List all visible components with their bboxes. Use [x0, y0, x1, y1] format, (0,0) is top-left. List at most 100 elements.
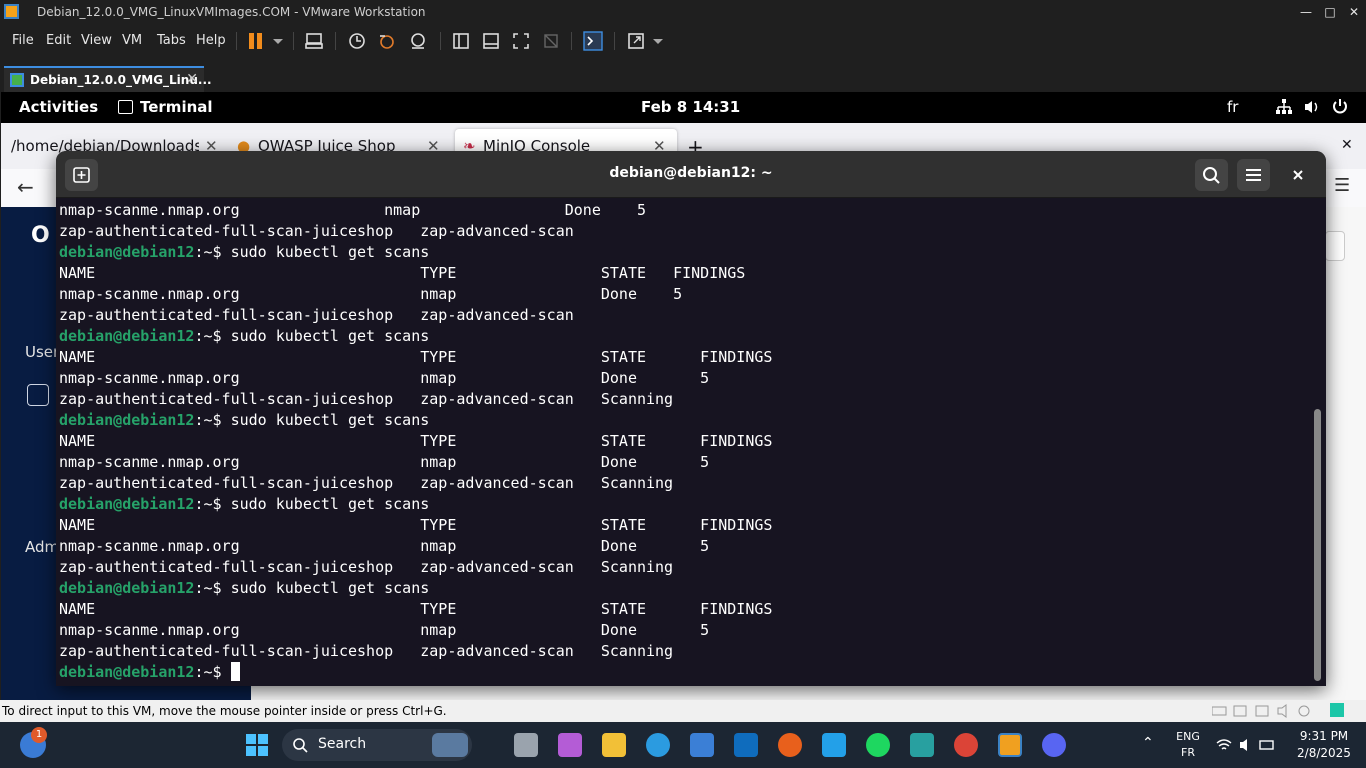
hamburger-menu-icon[interactable]: ☰ [1334, 175, 1350, 196]
menu-file[interactable]: File [12, 33, 34, 48]
input-region[interactable]: FR [1174, 746, 1202, 759]
file-explorer-icon[interactable] [602, 733, 626, 757]
clock[interactable]: Feb 8 14:31 [641, 98, 740, 116]
menu-view[interactable]: View [81, 33, 112, 48]
snapshot-manager-icon[interactable] [408, 31, 428, 51]
search-button[interactable] [1195, 159, 1228, 191]
close-tab-icon[interactable]: ✕ [186, 71, 198, 87]
prompt-user: debian@debian12 [59, 411, 195, 429]
vmware-app-icon[interactable] [910, 733, 934, 757]
maximize-button[interactable]: □ [1318, 3, 1342, 21]
search-label: Search [318, 736, 367, 752]
app-menu[interactable]: Terminal [140, 98, 213, 116]
toolbar-divider [335, 32, 336, 50]
volume-icon[interactable] [1303, 98, 1321, 116]
network-icon[interactable] [1275, 98, 1293, 116]
prompt-command: :~$ sudo kubectl get scans [194, 411, 430, 429]
power-icon[interactable] [1331, 98, 1349, 116]
command-line: debian@debian12:~$ sudo kubectl get scan… [59, 494, 429, 515]
toolbar-divider [571, 32, 572, 50]
search-highlight-icon [432, 733, 468, 757]
output-line: nmap-scanme.nmap.org nmap Done 5 [59, 621, 710, 639]
output-line: nmap-scanme.nmap.org nmap Done 5 [59, 453, 710, 471]
console-view-icon[interactable] [583, 31, 603, 51]
sidebar-item-icon[interactable] [27, 580, 49, 602]
full-screen-icon[interactable] [511, 31, 531, 51]
menu-tabs[interactable]: Tabs [157, 33, 186, 48]
taskbar-time[interactable]: 9:31 PM [1296, 729, 1352, 743]
sidebar-item-icon[interactable] [27, 625, 49, 647]
suspend-icon[interactable] [246, 31, 266, 51]
output-line: zap-authenticated-full-scan-juiceshop za… [59, 390, 674, 408]
output-line: zap-authenticated-full-scan-juiceshop za… [59, 222, 574, 240]
vm-icon [10, 73, 24, 87]
device-status-icons[interactable] [1212, 704, 1322, 718]
edge-icon[interactable] [646, 733, 670, 757]
terminal-headerbar: debian@debian12: ~ [56, 151, 1326, 198]
keyboard-layout[interactable]: fr [1227, 98, 1238, 116]
prompt-user: debian@debian12 [59, 327, 195, 345]
prompt-command: :~$ sudo kubectl get scans [194, 327, 430, 345]
sidebar-item-icon[interactable] [27, 384, 49, 406]
output-line: NAME TYPE STATE FINDINGS [59, 432, 773, 450]
sidebar-item-icon[interactable] [27, 430, 49, 452]
search-icon [293, 738, 308, 753]
terminal-window[interactable]: debian@debian12: ~ nmap-scanme.nmap.org … [56, 151, 1326, 686]
messages-icon[interactable] [1330, 703, 1344, 717]
menu-edit[interactable]: Edit [46, 33, 71, 48]
show-hidden-icons-chevron-icon[interactable]: ⌃ [1142, 735, 1154, 751]
close-button[interactable] [1286, 163, 1310, 187]
windows-start-icon[interactable] [245, 733, 269, 757]
prompt-command: :~$ [194, 663, 231, 681]
chrome-icon[interactable] [954, 733, 978, 757]
revert-snapshot-icon[interactable] [377, 31, 397, 51]
menu-help[interactable]: Help [196, 33, 226, 48]
vscode-icon[interactable] [822, 733, 846, 757]
minimize-button[interactable]: — [1294, 3, 1318, 21]
firefox-icon[interactable] [778, 733, 802, 757]
system-tray-icons[interactable] [1216, 737, 1276, 753]
sidebar-section-admin: Adm [25, 538, 60, 556]
snapshot-icon[interactable] [347, 31, 367, 51]
toolbar-divider [293, 32, 294, 50]
input-language[interactable]: ENG [1174, 730, 1202, 743]
task-view-icon[interactable] [514, 733, 538, 757]
taskbar-date[interactable]: 2/8/2025 [1296, 746, 1352, 760]
vmware-status-bar: To direct input to this VM, move the mou… [0, 700, 1366, 722]
back-arrow-icon[interactable]: ← [17, 175, 34, 199]
stretch-guest-icon[interactable] [626, 31, 646, 51]
close-window-button[interactable]: ✕ [1342, 3, 1366, 21]
close-window-icon[interactable]: ✕ [1341, 137, 1353, 171]
sidebar-item-icon[interactable] [27, 668, 49, 690]
minio-action-button[interactable] [1325, 231, 1345, 261]
menu-button[interactable] [1237, 159, 1270, 191]
vm-tab[interactable]: Debian_12.0.0_VMG_Linu... ✕ [4, 66, 212, 92]
vmware-workstation-icon[interactable] [998, 733, 1022, 757]
terminal-output[interactable]: nmap-scanme.nmap.org nmap Done 5 zap-auth… [56, 198, 1310, 686]
prompt-user: debian@debian12 [59, 243, 195, 261]
taskbar-search[interactable]: Search [282, 729, 472, 761]
unity-icon [544, 34, 558, 48]
send-keys-icon[interactable] [304, 31, 324, 51]
sidebar-view-icon[interactable] [451, 31, 471, 51]
active-prompt: debian@debian12:~$ [59, 662, 240, 683]
discord-icon[interactable] [1042, 733, 1066, 757]
copilot-icon[interactable] [558, 733, 582, 757]
sidebar-item-icon[interactable] [27, 473, 49, 495]
microsoft-store-icon[interactable] [690, 733, 714, 757]
chevron-down-icon[interactable] [648, 31, 668, 51]
menu-vm[interactable]: VM [122, 33, 142, 48]
chevron-down-icon[interactable] [268, 31, 288, 51]
command-line: debian@debian12:~$ sudo kubectl get scan… [59, 326, 429, 347]
prompt-command: :~$ sudo kubectl get scans [194, 579, 430, 597]
thumbnail-view-icon[interactable] [481, 31, 501, 51]
output-line: zap-authenticated-full-scan-juiceshop za… [59, 306, 574, 324]
spotify-icon[interactable] [866, 733, 890, 757]
outlook-icon[interactable] [734, 733, 758, 757]
terminal-scrollbar[interactable] [1314, 409, 1321, 681]
activities-button[interactable]: Activities [19, 98, 98, 116]
window-title: Debian_12.0.0_VMG_LinuxVMImages.COM - VM… [37, 5, 426, 19]
minio-logo: O [31, 223, 50, 248]
prompt-command: :~$ sudo kubectl get scans [194, 243, 430, 261]
prompt-user: debian@debian12 [59, 663, 195, 681]
